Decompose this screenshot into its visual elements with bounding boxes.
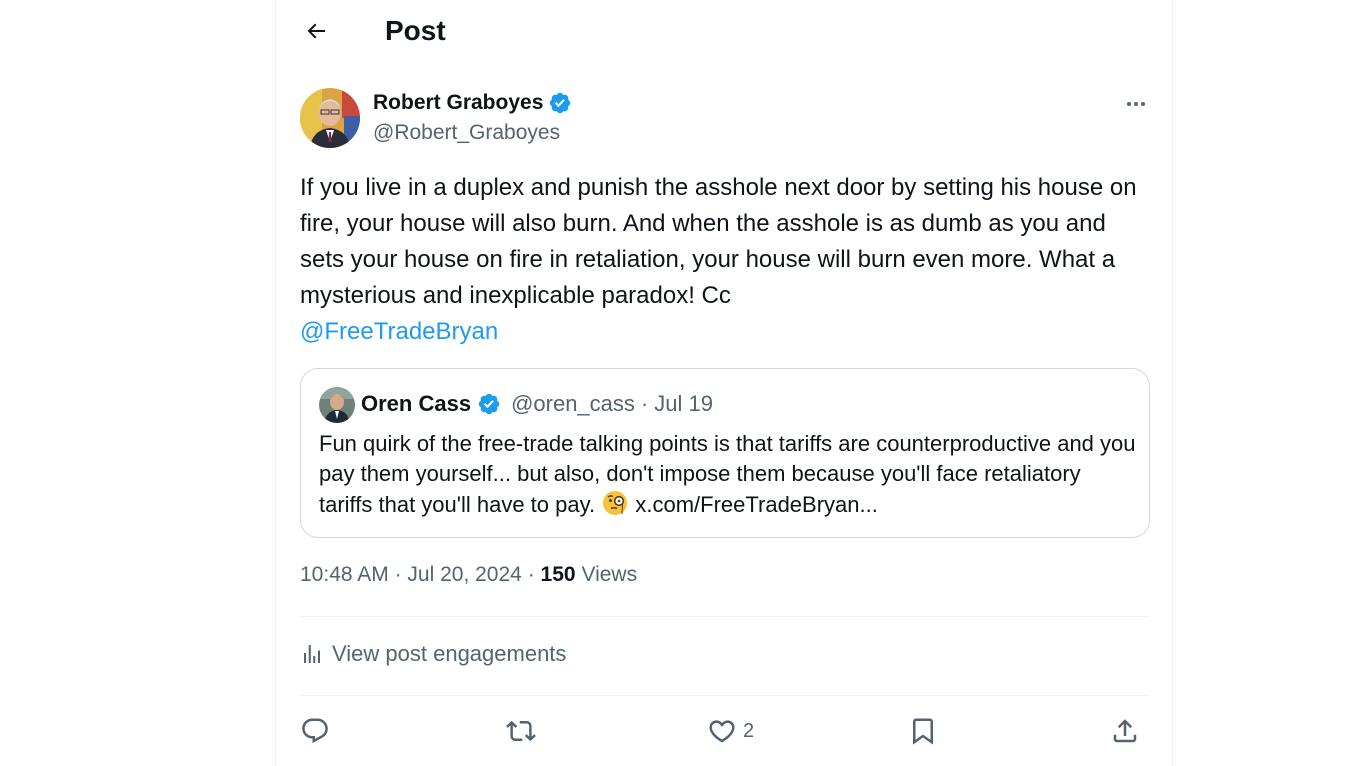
author-avatar[interactable]: [300, 88, 360, 148]
views-label: Views: [581, 563, 638, 586]
quote-header: Oren Cass @oren_cass · Jul 19: [361, 391, 713, 417]
arrow-left-icon: [307, 23, 325, 39]
author-handle[interactable]: @Robert_Graboyes: [373, 121, 560, 145]
page-header: Post: [276, 0, 1172, 62]
verified-badge-icon: [478, 393, 500, 415]
like-count: 2: [743, 719, 755, 742]
more-icon: [1127, 102, 1145, 106]
monocle-face-icon: [603, 491, 628, 515]
bar-chart-icon: [304, 645, 320, 663]
quote-date[interactable]: Jul 19: [654, 391, 713, 417]
mention-link[interactable]: @FreeTradeBryan: [300, 314, 498, 350]
like-button[interactable]: 2: [707, 709, 754, 753]
share-icon: [1113, 719, 1137, 743]
repost-icon: [506, 720, 536, 742]
views-count: 150: [540, 563, 576, 586]
author-name-label: Robert Graboyes: [373, 91, 544, 114]
divider: [300, 616, 1150, 617]
quote-link[interactable]: x.com/FreeTradeBryan...: [635, 492, 877, 517]
engagements-label: View post engagements: [332, 641, 567, 666]
post-time[interactable]: 10:48 AM: [300, 563, 389, 586]
quote-separator: ·: [640, 391, 649, 416]
author-name[interactable]: Robert Graboyes: [373, 91, 572, 115]
post-body: If you live in a duplex and punish the a…: [300, 174, 1137, 309]
post-text: If you live in a duplex and punish the a…: [300, 170, 1140, 350]
divider: [300, 695, 1150, 696]
page-title: Post: [385, 15, 446, 46]
quote-author-handle: @oren_cass: [511, 391, 635, 416]
meta-separator: ·: [394, 563, 402, 586]
post-column: Post Robert Graboyes @Robert_Graboyes If…: [275, 0, 1173, 766]
share-button[interactable]: [1110, 709, 1140, 753]
repost-button[interactable]: [506, 709, 542, 753]
quote-author-name[interactable]: Oren Cass: [361, 391, 471, 417]
more-options-button[interactable]: [1122, 90, 1150, 118]
post-date[interactable]: Jul 20, 2024: [407, 563, 521, 586]
post-metadata: 10:48 AM · Jul 20, 2024 · 150 Views: [300, 563, 637, 587]
quote-text: Fun quirk of the free-trade talking poin…: [319, 429, 1139, 520]
heart-icon: [709, 720, 735, 743]
back-button[interactable]: [298, 13, 334, 49]
quote-author-avatar[interactable]: [319, 387, 355, 423]
bookmark-icon: [913, 718, 933, 745]
reply-button[interactable]: [300, 709, 336, 753]
view-engagements-link[interactable]: View post engagements: [300, 641, 566, 667]
reply-icon: [302, 718, 328, 744]
quoted-post[interactable]: Oren Cass @oren_cass · Jul 19 Fun quirk …: [300, 368, 1150, 538]
meta-separator: ·: [527, 563, 535, 586]
bookmark-button[interactable]: [908, 709, 938, 753]
action-bar: 2: [300, 709, 1150, 753]
verified-badge-icon: [550, 92, 571, 114]
